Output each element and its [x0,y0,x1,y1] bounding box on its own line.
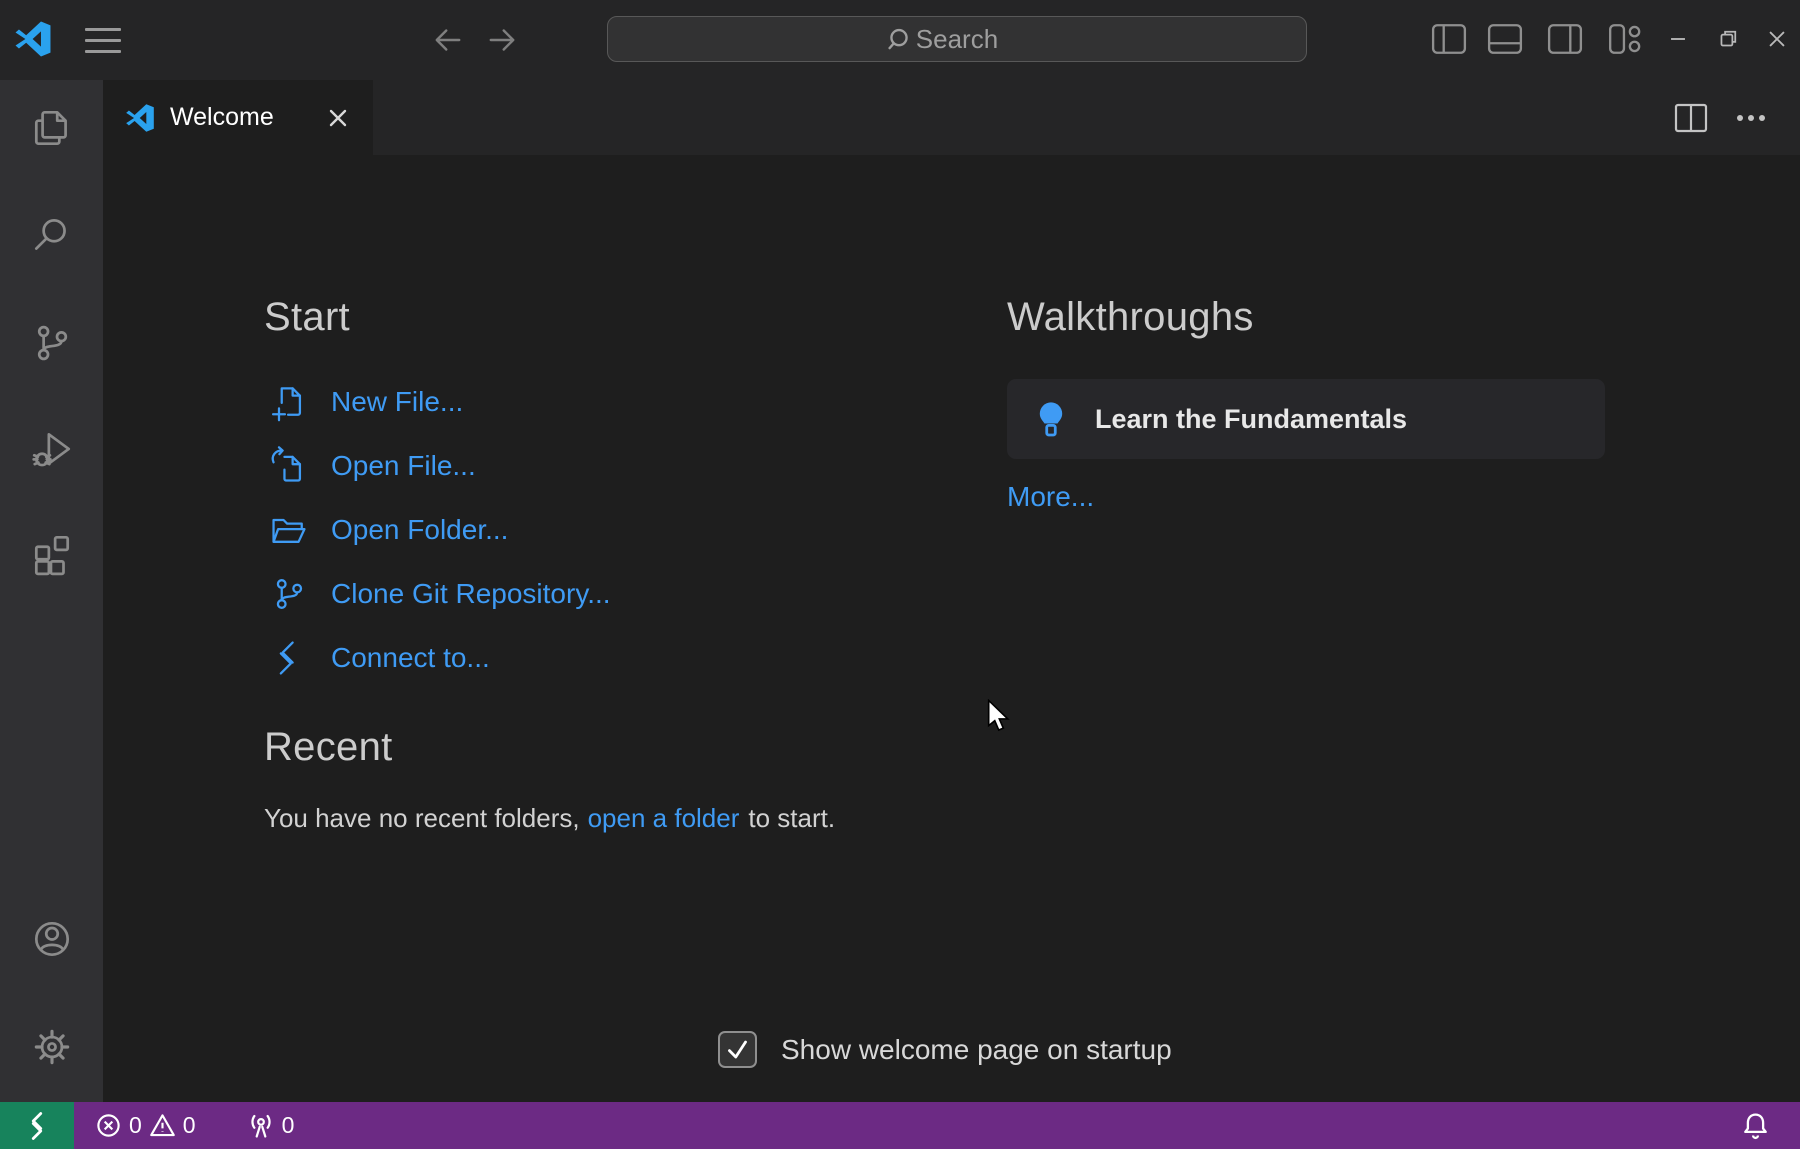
activity-bar [0,80,103,1102]
start-item-label: Open File... [331,450,476,482]
search-icon [886,27,912,53]
toggle-panel-icon[interactable] [1483,17,1527,61]
error-count: 0 [129,1112,142,1139]
vscode-window: Welcome Start New File... [0,0,1800,1149]
status-bar: 0 0 0 [0,1102,1800,1149]
back-icon[interactable] [426,18,470,62]
source-control-icon [29,320,75,366]
new-file-icon [269,382,309,422]
folder-opened-icon [269,510,309,550]
gear-icon [29,1024,75,1070]
remote-icon [22,1111,52,1141]
start-list: New File... Open File... Open Folder... [269,383,611,677]
recent-empty-suffix: to start. [748,803,835,833]
customize-layout-icon[interactable] [1603,17,1647,61]
menu-button[interactable] [81,18,125,62]
recent-empty-prefix: You have no recent folders, [264,803,580,833]
check-icon [725,1038,750,1061]
bell-icon [1741,1111,1770,1140]
startup-checkbox-label: Show welcome page on startup [781,1034,1172,1066]
walkthrough-card-fundamentals[interactable]: Learn the Fundamentals [1007,379,1605,459]
connect-to-link[interactable]: Connect to... [269,639,611,677]
start-item-label: Connect to... [331,642,490,674]
ports-count: 0 [282,1112,295,1139]
notifications-button[interactable] [1741,1111,1770,1140]
clone-repo-link[interactable]: Clone Git Repository... [269,575,611,613]
accounts-button[interactable] [0,903,103,975]
ports-status[interactable]: 0 [247,1112,295,1140]
show-welcome-checkbox[interactable] [718,1031,757,1068]
toggle-secondary-sidebar-icon[interactable] [1543,17,1587,61]
startup-checkbox-row[interactable]: Show welcome page on startup [718,1031,1172,1068]
warning-icon [149,1112,176,1139]
radio-tower-icon [247,1112,275,1140]
vscode-file-icon [125,103,155,133]
error-icon [95,1112,122,1139]
command-center-search[interactable] [607,16,1307,62]
start-item-label: New File... [331,386,463,418]
source-control-icon [269,574,309,614]
account-icon [29,916,75,962]
go-to-file-icon [269,446,309,486]
split-editor-icon[interactable] [1670,97,1712,139]
tab-label: Welcome [170,103,321,132]
vscode-logo-icon [14,20,52,58]
open-file-link[interactable]: Open File... [269,447,611,485]
sidebar-item-search[interactable] [0,199,103,271]
close-window-icon[interactable] [1755,17,1799,61]
remote-icon [269,638,309,678]
minimize-icon[interactable] [1656,17,1700,61]
lightbulb-icon [1035,400,1067,439]
files-icon [29,105,75,151]
sidebar-item-explorer[interactable] [0,92,103,164]
more-actions-icon[interactable] [1730,97,1772,139]
restore-icon[interactable] [1706,17,1750,61]
walkthroughs-heading: Walkthroughs [1007,295,1254,340]
recent-empty-message: You have no recent folders, open a folder… [264,803,835,834]
editor-tab-bar: Welcome [103,80,1800,155]
open-a-folder-link[interactable]: open a folder [588,803,740,833]
sidebar-item-extensions[interactable] [0,517,103,589]
tab-welcome[interactable]: Welcome [103,80,373,155]
open-folder-link[interactable]: Open Folder... [269,511,611,549]
forward-icon[interactable] [480,18,524,62]
problems-status[interactable]: 0 0 [95,1112,196,1139]
warning-count: 0 [183,1112,196,1139]
recent-heading: Recent [264,725,393,770]
search-icon [29,212,75,258]
extensions-icon [29,530,75,576]
toggle-primary-sidebar-icon[interactable] [1427,17,1471,61]
search-input[interactable] [608,17,1306,61]
settings-button[interactable] [0,1011,103,1083]
mouse-cursor [987,699,1017,733]
start-heading: Start [264,295,350,340]
walkthrough-title: Learn the Fundamentals [1095,404,1407,435]
close-tab-icon[interactable] [321,101,355,135]
debug-icon [29,427,75,473]
sidebar-item-source-control[interactable] [0,307,103,379]
titlebar [0,0,1800,80]
walkthroughs-more-link[interactable]: More... [1007,481,1094,513]
start-item-label: Clone Git Repository... [331,578,611,610]
start-item-label: Open Folder... [331,514,508,546]
welcome-page: Start New File... Open File... Open F [103,155,1800,1102]
new-file-link[interactable]: New File... [269,383,611,421]
sidebar-item-run-debug[interactable] [0,414,103,486]
remote-indicator[interactable] [0,1102,74,1149]
editor-actions [1670,97,1772,139]
